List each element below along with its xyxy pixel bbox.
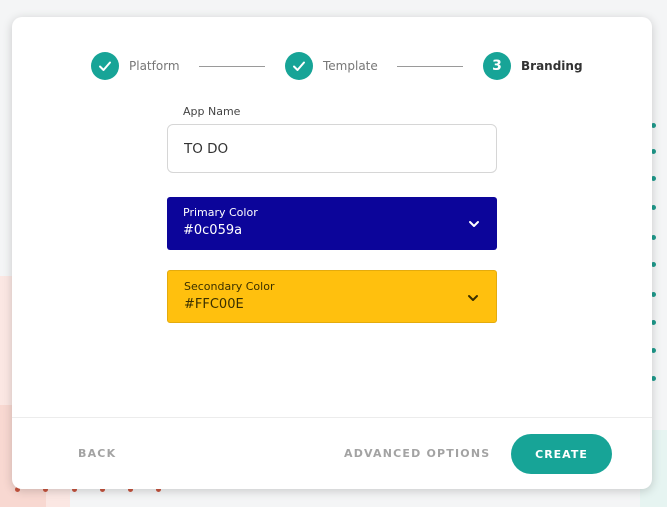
chevron-down-icon <box>468 295 478 301</box>
back-button[interactable]: BACK <box>78 447 116 460</box>
footer-divider <box>12 417 652 418</box>
primary-color-value: #0c059a <box>183 223 243 238</box>
secondary-color-select[interactable]: Secondary Color #FFC00E <box>167 270 497 323</box>
step-connector <box>397 66 463 67</box>
step-label-template: Template <box>323 59 378 73</box>
step-platform-check <box>91 52 119 80</box>
check-icon <box>293 61 305 71</box>
advanced-options-button[interactable]: ADVANCED OPTIONS <box>344 447 490 460</box>
step-connector <box>199 66 265 67</box>
step-template-check <box>285 52 313 80</box>
create-app-dialog: Platform Template 3 Branding App Name Pr… <box>12 17 652 489</box>
primary-color-select[interactable]: Primary Color #0c059a <box>167 197 497 250</box>
step-label-branding: Branding <box>521 59 583 73</box>
check-icon <box>99 61 111 71</box>
chevron-down-icon <box>469 221 479 227</box>
primary-color-label: Primary Color <box>183 206 258 219</box>
app-name-input[interactable] <box>167 124 497 173</box>
secondary-color-value: #FFC00E <box>184 297 244 312</box>
step-number: 3 <box>492 58 502 74</box>
step-label-platform: Platform <box>129 59 180 73</box>
create-button[interactable]: CREATE <box>511 434 612 474</box>
app-name-label: App Name <box>183 105 241 118</box>
secondary-color-label: Secondary Color <box>184 280 275 293</box>
step-branding-number: 3 <box>483 52 511 80</box>
